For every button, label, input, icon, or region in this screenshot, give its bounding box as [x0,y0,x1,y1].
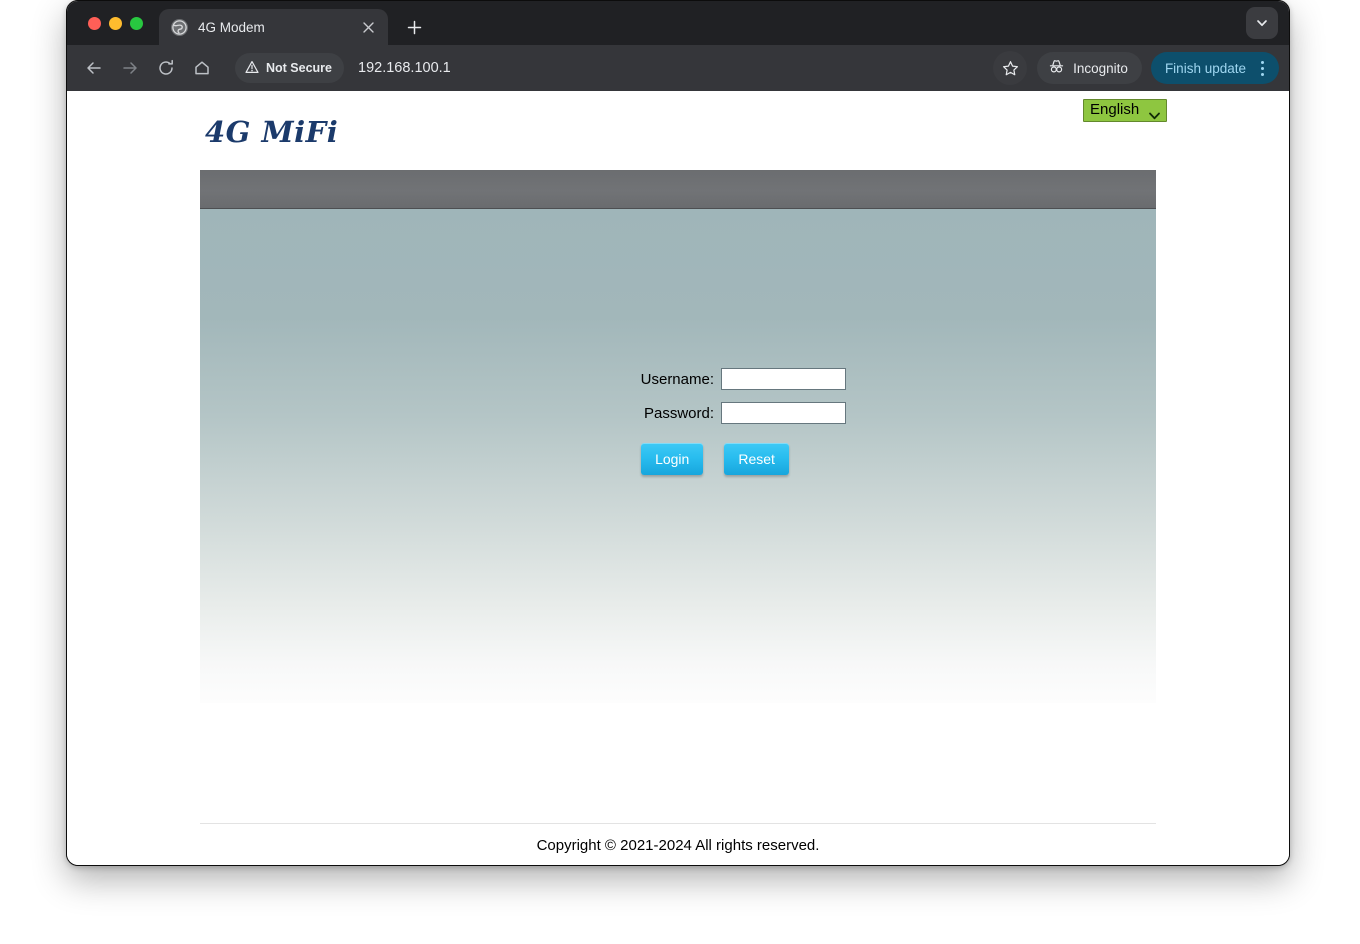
home-icon[interactable] [187,53,217,83]
password-label: Password: [510,405,721,422]
close-icon[interactable] [358,17,378,37]
panel-body: Username: Password: Login Reset [200,209,1156,703]
minimize-window-button[interactable] [109,17,122,30]
finish-update-label: Finish update [1165,61,1246,76]
finish-update-button[interactable]: Finish update [1151,52,1279,84]
close-window-button[interactable] [88,17,101,30]
browser-toolbar: Not Secure 192.168.100.1 [67,45,1289,91]
kebab-dot [1261,67,1264,70]
username-label: Username: [510,371,721,388]
kebab-menu-icon[interactable] [1252,56,1272,80]
language-selector[interactable]: English [1083,99,1167,122]
desktop-background: 4G Modem [0,0,1360,944]
tab-list-chevron-down-icon[interactable] [1246,7,1278,39]
tab-strip: 4G Modem [67,1,1289,45]
reload-icon[interactable] [151,53,181,83]
globe-icon [171,19,188,36]
panel-header-bar [200,170,1156,209]
browser-window: 4G Modem [66,0,1290,866]
new-tab-button[interactable] [400,13,428,41]
security-status-badge[interactable]: Not Secure [235,53,344,83]
star-icon[interactable] [993,51,1027,85]
router-login-page: English 4G MiFi Username: [67,91,1289,865]
window-controls [88,17,143,30]
page-viewport: English 4G MiFi Username: [67,91,1289,865]
login-panel: Username: Password: Login Reset [200,170,1156,703]
password-row: Password: [200,402,1156,424]
maximize-window-button[interactable] [130,17,143,30]
kebab-dot [1261,73,1264,76]
address-bar[interactable]: Not Secure 192.168.100.1 [235,52,993,84]
username-row: Username: [200,368,1156,390]
kebab-dot [1261,61,1264,64]
browser-tab-4g-modem[interactable]: 4G Modem [159,9,388,45]
login-button[interactable]: Login [641,443,703,475]
security-status-text: Not Secure [266,61,332,75]
tab-title: 4G Modem [198,20,358,35]
form-actions: Login Reset [200,443,1156,475]
page-footer: Copyright © 2021-2024 All rights reserve… [200,823,1156,854]
incognito-icon [1048,58,1065,78]
copyright-text: Copyright © 2021-2024 All rights reserve… [200,837,1156,854]
password-input[interactable] [721,402,846,424]
url-text[interactable]: 192.168.100.1 [358,60,451,76]
reset-button[interactable]: Reset [724,443,789,475]
page-logo: 4G MiFi [205,115,338,149]
incognito-label: Incognito [1073,61,1128,76]
footer-divider [200,823,1156,824]
username-input[interactable] [721,368,846,390]
warning-triangle-icon [245,60,259,77]
arrow-right-icon[interactable] [115,53,145,83]
login-form: Username: Password: Login Reset [200,368,1156,475]
arrow-left-icon[interactable] [79,53,109,83]
incognito-indicator[interactable]: Incognito [1037,52,1142,84]
language-select[interactable]: English [1083,99,1167,122]
